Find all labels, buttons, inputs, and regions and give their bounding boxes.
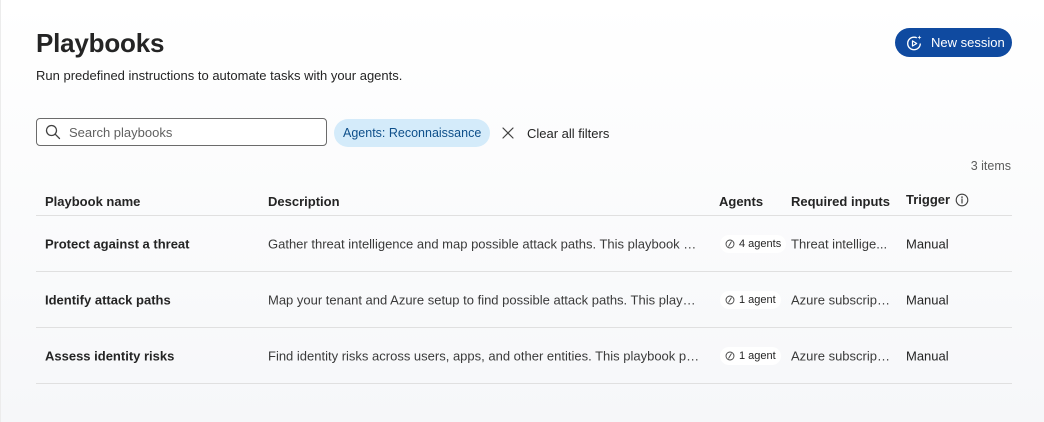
agent-count-badge: 1 agent (720, 290, 781, 309)
agents-cell: 1 agent (720, 290, 781, 309)
items-count: 3 items (970, 159, 1011, 173)
search-box[interactable] (36, 118, 327, 146)
column-header-name[interactable]: Playbook name (45, 194, 140, 209)
agents-cell: 1 agent (720, 346, 781, 365)
agent-icon (725, 295, 735, 304)
close-icon (502, 127, 514, 139)
column-header-name-label: Playbook name (45, 194, 141, 209)
playbooks-table: Playbook name Description Agents Require… (36, 188, 1012, 384)
agent-icon (725, 351, 735, 360)
table-header: Playbook name Description Agents Require… (36, 188, 1012, 216)
required-inputs: Azure subscripti... (791, 292, 892, 307)
column-header-trigger[interactable]: Trigger (906, 192, 969, 207)
playbook-description: Gather threat intelligence and map possi… (268, 236, 702, 251)
required-inputs: Threat intellige... (791, 236, 888, 251)
search-input[interactable] (69, 124, 309, 140)
agent-count-badge: 4 agents (720, 234, 787, 253)
sparkle-play-icon (907, 34, 922, 50)
required-inputs: Azure subscripti... (791, 348, 892, 363)
agent-count-label: 1 agent (739, 349, 776, 362)
agent-count-label: 1 agent (739, 293, 776, 306)
agent-icon (725, 239, 735, 248)
playbook-description: Map your tenant and Azure setup to find … (268, 292, 702, 307)
table-row[interactable]: Assess identity risks Find identity risk… (36, 328, 1012, 384)
table-row[interactable]: Identify attack paths Map your tenant an… (36, 272, 1012, 328)
filter-chip-agents[interactable]: Agents: Reconnaissance (334, 119, 491, 147)
column-header-inputs[interactable]: Required inputs (791, 194, 890, 209)
page-subtitle: Run predefined instructions to automate … (36, 68, 403, 83)
new-session-button[interactable]: New session (895, 28, 1012, 57)
column-header-description-label: Description (268, 194, 340, 209)
column-header-agents[interactable]: Agents (719, 194, 763, 209)
playbook-name[interactable]: Identify attack paths (45, 292, 260, 307)
clear-all-filters-button[interactable]: Clear all filters (501, 124, 609, 142)
clear-all-filters-label: Clear all filters (527, 125, 610, 141)
page-title: Playbooks (36, 28, 165, 58)
trigger-value: Manual (906, 348, 949, 363)
trigger-value: Manual (906, 236, 949, 251)
playbooks-page: Playbooks Run predefined instructions to… (0, 0, 1044, 422)
column-header-agents-label: Agents (719, 194, 764, 209)
column-header-trigger-label: Trigger (906, 192, 951, 207)
filter-chip-label: Agents: Reconnaissance (343, 126, 482, 140)
playbook-description: Find identity risks across users, apps, … (268, 348, 702, 363)
playbook-name[interactable]: Assess identity risks (45, 348, 260, 363)
search-icon (45, 124, 61, 140)
column-header-description[interactable]: Description (268, 194, 340, 209)
agent-count-badge: 1 agent (720, 346, 781, 365)
info-icon[interactable] (955, 193, 969, 207)
table-row[interactable]: Protect against a threat Gather threat i… (36, 216, 1012, 272)
new-session-label: New session (931, 35, 1005, 50)
playbook-name[interactable]: Protect against a threat (45, 236, 260, 251)
trigger-value: Manual (906, 292, 949, 307)
column-header-inputs-label: Required inputs (791, 194, 890, 209)
agent-count-label: 4 agents (739, 237, 782, 250)
agents-cell: 4 agents (720, 234, 787, 253)
